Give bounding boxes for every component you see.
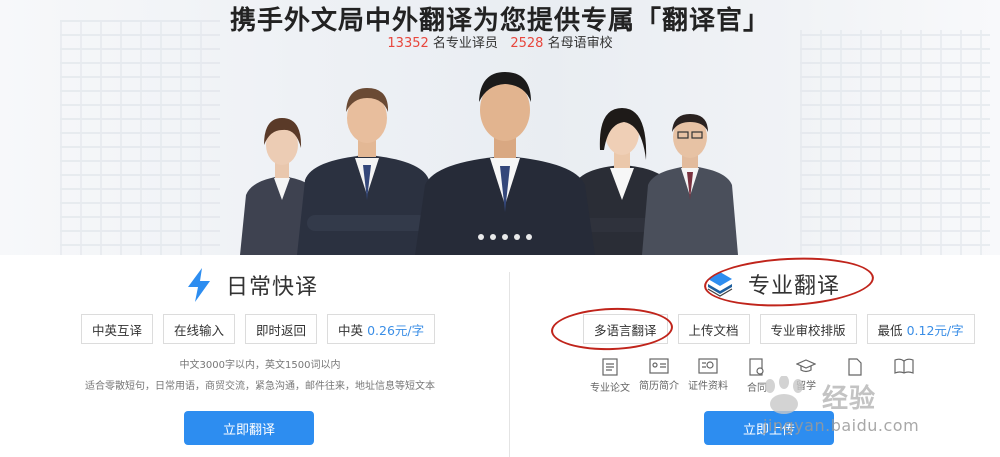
person [642,114,738,255]
person [297,88,437,255]
certificate-icon [698,358,718,374]
carousel-dot[interactable] [526,234,532,240]
baidu-paw-icon [765,376,803,414]
daily-header: 日常快译 [186,268,318,302]
graduation-cap-icon [796,359,816,373]
panel-divider [509,272,510,457]
file-icon [848,358,862,376]
doc-type-book[interactable] [884,358,924,394]
lightning-icon [188,268,210,302]
reviewer-count: 2528 [510,36,544,51]
reviewer-count-label: 名母语审校 [547,36,613,51]
tag-review-layout[interactable]: 专业审校排版 [759,314,857,344]
price-label: 最低 [877,322,903,338]
tag-zh-en[interactable]: 中英互译 [81,314,154,344]
daily-title: 日常快译 [226,275,319,300]
doc-type-resume[interactable]: 简历简介 [639,358,679,394]
book-icon [894,358,914,374]
carousel-dot[interactable] [478,234,484,240]
doc-type-certificate[interactable]: 证件资料 [688,358,728,394]
translator-count: 13352 [387,36,429,51]
contract-icon [749,358,764,376]
doc-type-paper[interactable]: 专业论文 [590,358,630,394]
doc-type-label: 证件资料 [688,381,728,392]
carousel-dot[interactable] [514,234,520,240]
price-value: 0.12元/字 [906,322,964,338]
annotation-circle [550,305,674,353]
price-value: 0.26元/字 [367,322,425,338]
doc-type-label: 简历简介 [639,381,679,392]
watermark-brand: 经验 [822,384,877,414]
tag-upload-doc[interactable]: 上传文档 [677,314,750,344]
tag-daily-price[interactable]: 中英 0.26元/字 [327,314,436,344]
carousel-dots [478,234,532,240]
translator-count-label: 名专业译员 [432,36,498,51]
tag-instant-return[interactable]: 即时返回 [245,314,318,344]
tag-online-input[interactable]: 在线输入 [163,314,236,344]
tag-pro-price[interactable]: 最低 0.12元/字 [866,314,975,344]
person [415,72,595,255]
document-icon [602,358,618,376]
daily-usage-note: 适合零散短句，日常用语，商贸交流，紧急沟通，邮件往来，地址信息等短文本 [85,381,435,392]
hero-stats: 13352 名专业译员 2528 名母语审校 [0,32,1000,51]
annotation-circle [702,253,876,311]
watermark-url: jingyan.baidu.com [763,416,920,435]
daily-limit-note: 中文3000字以内，英文1500词以内 [179,360,341,371]
doc-type-label: 专业论文 [590,383,630,394]
carousel-dot[interactable] [490,234,496,240]
hero-banner[interactable]: 携手外文局中外翻译为您提供专属「翻译官」 13352 名专业译员 2528 名母… [0,0,1000,255]
translate-now-button[interactable]: 立即翻译 [184,411,314,445]
carousel-dot[interactable] [502,234,508,240]
price-label: 中英 [338,322,364,338]
id-card-icon [649,358,669,374]
daily-tags: 中英互译 在线输入 即时返回 中英 0.26元/字 [81,314,436,344]
